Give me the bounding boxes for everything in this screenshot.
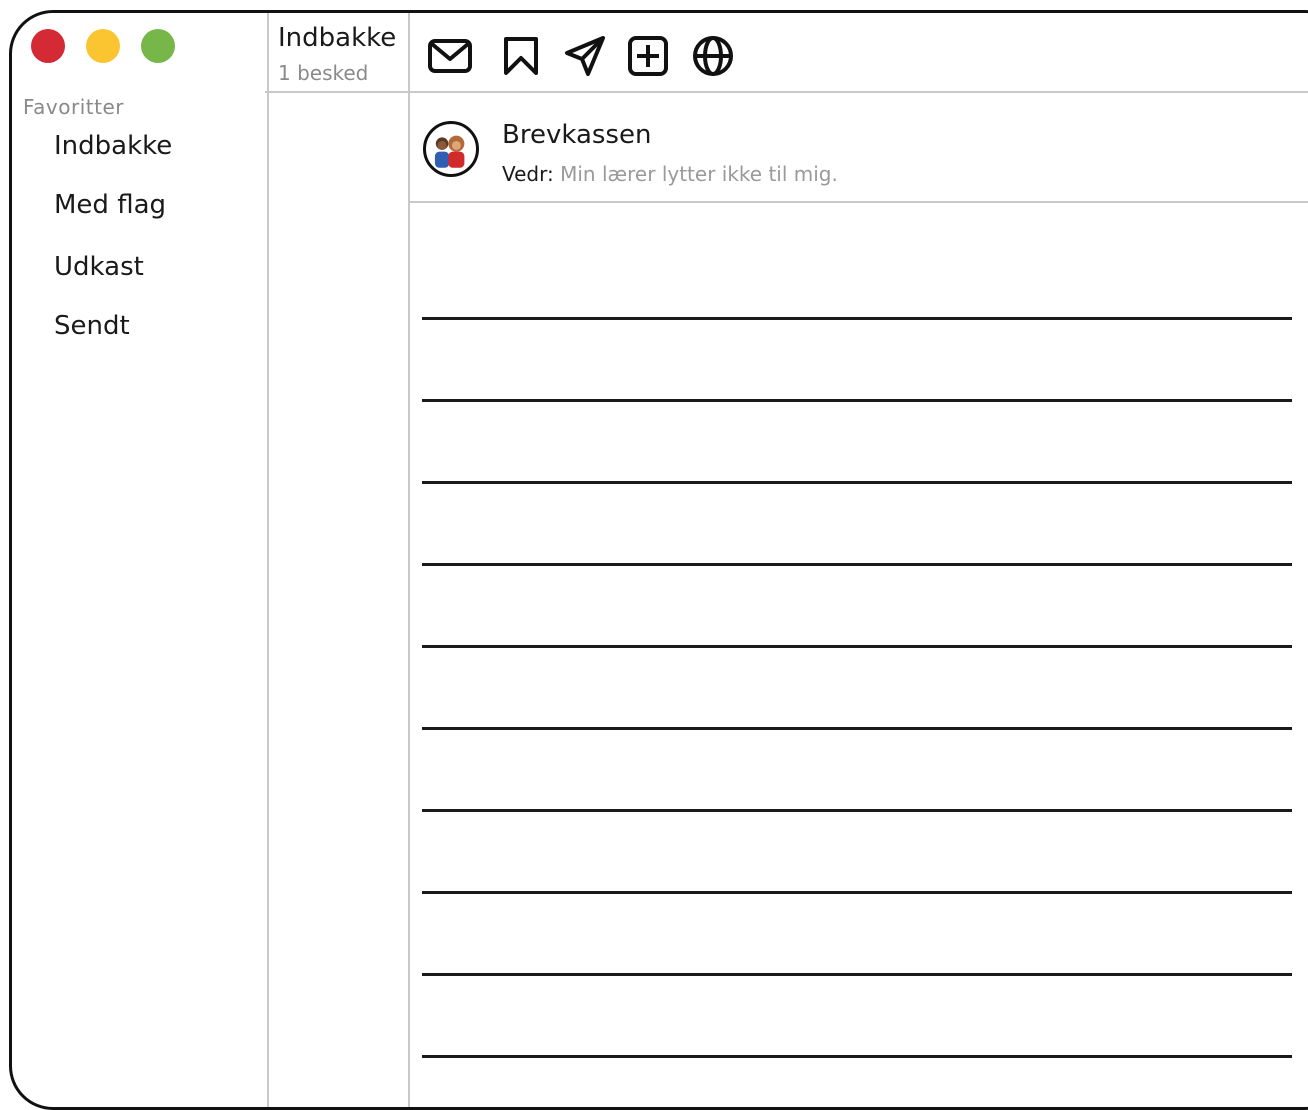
avatar [423,121,479,177]
message-count: 1 besked [278,61,369,85]
add-icon[interactable] [625,33,671,79]
globe-icon[interactable] [690,33,736,79]
envelope-icon[interactable] [427,33,473,79]
writing-line [422,399,1292,402]
writing-line [422,1055,1292,1058]
sidebar-item-inbox[interactable]: Indbakke [54,131,172,161]
subject-text: Min lærer lytter ikke til mig. [560,162,838,186]
message-row[interactable]: Brevkassen Vedr: Min lærer lytter ikke t… [410,93,1308,201]
writing-line [422,973,1292,976]
message-divider [408,201,1308,203]
send-icon[interactable] [562,33,608,79]
writing-line [422,645,1292,648]
sidebar-item-drafts[interactable]: Udkast [54,252,144,282]
sidebar-divider [267,13,269,1107]
writing-line [422,891,1292,894]
writing-line [422,317,1292,320]
sidebar-item-sent[interactable]: Sendt [54,311,130,341]
writing-line [422,563,1292,566]
subject-line: Vedr: Min lærer lytter ikke til mig. [502,162,838,186]
bookmark-icon[interactable] [498,33,544,79]
minimize-button[interactable] [86,29,120,63]
mail-window: Favoritter Indbakke Med flag Udkast Send… [9,10,1308,1110]
sidebar-item-flagged[interactable]: Med flag [54,190,166,220]
subject-label: Vedr: [502,162,554,186]
maximize-button[interactable] [141,29,175,63]
sidebar-section-label: Favoritter [23,95,124,119]
writing-line [422,809,1292,812]
folder-title: Indbakke [278,23,397,53]
close-button[interactable] [31,29,65,63]
writing-line [422,727,1292,730]
sender-name: Brevkassen [502,120,652,150]
writing-line [422,481,1292,484]
